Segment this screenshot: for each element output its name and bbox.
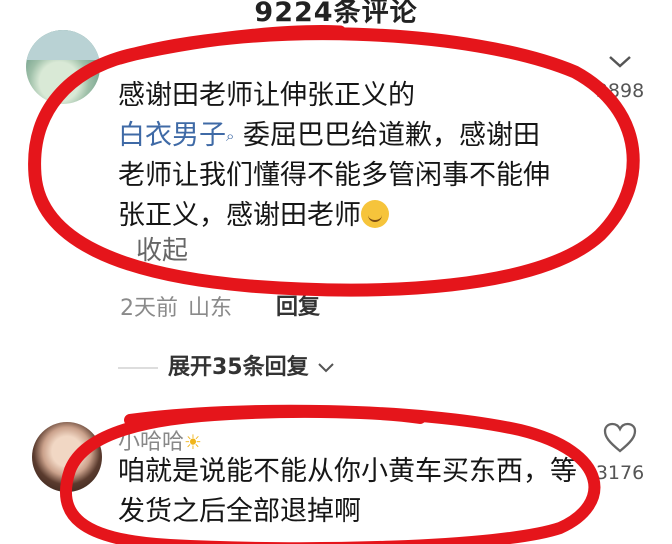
comment-text: 感谢田老师让伸张正义的 白衣男子⌕ 委屈巴巴给道歉，感谢田老师让我们懂得不能多管…: [118, 76, 558, 236]
comment-text: 咱就是说能不能从你小黄车买东西，等发货之后全部退掉啊: [118, 456, 577, 527]
avatar[interactable]: [32, 422, 102, 492]
expand-replies-button[interactable]: 展开35条回复: [118, 349, 336, 381]
chevron-down-icon: [318, 363, 335, 373]
comment-meta: 2天前 山东: [120, 290, 232, 322]
comment-text-line1: 感谢田老师让伸张正义的: [118, 80, 415, 111]
heart-icon[interactable]: [603, 422, 637, 454]
like-count: 3898: [595, 80, 645, 102]
mention-link[interactable]: 白衣男子: [118, 120, 226, 151]
comments-header-title: 9224条评论: [254, 0, 418, 28]
crying-laughing-emoji-icon: [361, 200, 389, 228]
chevron-down-icon[interactable]: [605, 52, 635, 72]
reply-button[interactable]: 回复: [276, 289, 320, 321]
like-control[interactable]: 3176: [580, 422, 660, 484]
comment-location: 山东: [188, 296, 233, 321]
divider-line: [118, 367, 158, 369]
like-count: 3176: [595, 462, 645, 484]
search-icon[interactable]: ⌕: [226, 127, 234, 145]
avatar[interactable]: [26, 30, 100, 104]
like-control[interactable]: 3898: [580, 52, 660, 102]
expand-replies-label: 展开35条回复: [168, 355, 309, 380]
comment-time: 2天前: [120, 296, 178, 321]
sun-icon: ☀: [184, 430, 202, 454]
collapse-button[interactable]: 收起: [136, 230, 188, 267]
